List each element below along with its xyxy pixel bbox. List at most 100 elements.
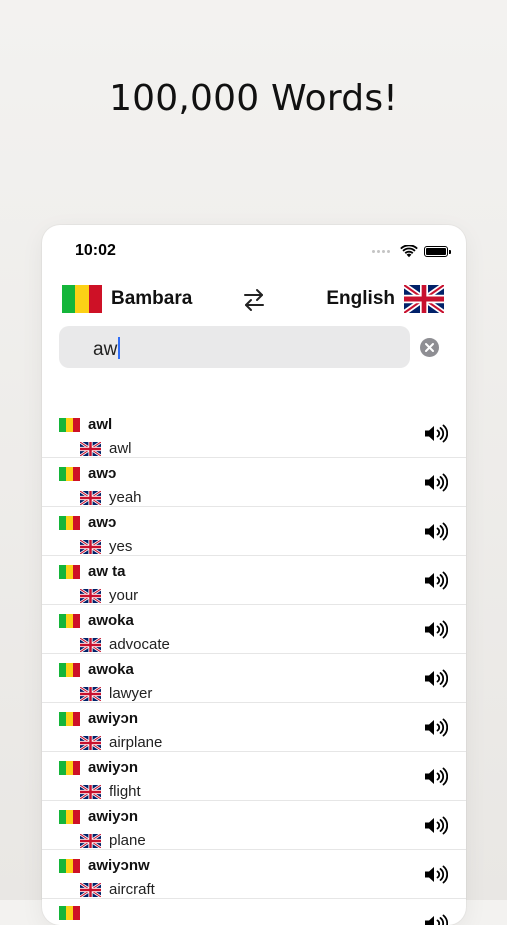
- english-word: yes: [109, 538, 133, 555]
- english-word: awl: [109, 440, 132, 457]
- bambara-entry: aw ta: [59, 563, 126, 580]
- list-item[interactable]: awɔ yes: [42, 507, 466, 556]
- source-language-selector[interactable]: Bambara: [62, 285, 192, 313]
- uk-flag-icon: [80, 784, 101, 799]
- uk-flag-icon: [80, 441, 101, 456]
- list-item[interactable]: awɔ yeah: [42, 458, 466, 507]
- mali-flag-icon: [59, 613, 80, 628]
- list-item[interactable]: awiyɔn flight: [42, 752, 466, 801]
- bambara-entry: awɔ: [59, 465, 116, 482]
- results-list: awl awl awɔ yeah awɔ yes aw ta your awok…: [42, 409, 466, 925]
- status-icons: [372, 245, 451, 258]
- bambara-entry: awoka: [59, 612, 134, 629]
- list-item[interactable]: [42, 899, 466, 925]
- search-input[interactable]: aw: [59, 326, 410, 368]
- list-item[interactable]: awl awl: [42, 409, 466, 458]
- bambara-word: awɔ: [88, 514, 117, 531]
- bambara-entry: awiyɔn: [59, 759, 138, 776]
- clear-circle-icon[interactable]: [420, 338, 439, 357]
- phone-screen: 10:02 Bambara English aw awl awl awɔ yea…: [42, 225, 466, 925]
- english-entry: lawyer: [80, 685, 152, 702]
- bambara-word: awoka: [88, 612, 134, 629]
- bambara-word: awoka: [88, 661, 134, 678]
- bambara-entry: awoka: [59, 661, 134, 678]
- bambara-word: awl: [88, 416, 113, 433]
- target-language-label: English: [326, 288, 395, 309]
- list-item[interactable]: awiyɔn airplane: [42, 703, 466, 752]
- status-bar: 10:02: [42, 225, 466, 277]
- wifi-icon: [400, 245, 418, 258]
- english-entry: yeah: [80, 489, 142, 506]
- english-word: lawyer: [109, 685, 153, 702]
- swap-arrows-icon[interactable]: [241, 287, 267, 313]
- list-item[interactable]: aw ta your: [42, 556, 466, 605]
- uk-flag-icon: [404, 285, 444, 313]
- uk-flag-icon: [80, 637, 101, 652]
- english-entry: your: [80, 587, 138, 604]
- target-language-selector[interactable]: English: [326, 285, 444, 313]
- bambara-word: awiyɔn: [88, 808, 139, 825]
- english-entry: awl: [80, 440, 132, 457]
- mali-flag-icon: [59, 711, 80, 726]
- mali-flag-icon: [62, 285, 102, 313]
- english-word: airplane: [109, 734, 163, 751]
- uk-flag-icon: [80, 539, 101, 554]
- bambara-entry: awiyɔn: [59, 710, 138, 727]
- mali-flag-icon: [59, 760, 80, 775]
- bambara-word: awɔ: [88, 465, 117, 482]
- bambara-entry: [59, 906, 88, 920]
- list-item[interactable]: awiyɔn plane: [42, 801, 466, 850]
- bambara-word: aw ta: [88, 563, 126, 580]
- uk-flag-icon: [80, 833, 101, 848]
- speaker-icon[interactable]: [424, 571, 448, 590]
- mali-flag-icon: [59, 515, 80, 530]
- search-query[interactable]: aw: [93, 337, 121, 361]
- speaker-icon[interactable]: [424, 424, 448, 443]
- english-entry: advocate: [80, 636, 170, 653]
- english-word: your: [109, 587, 139, 604]
- speaker-icon[interactable]: [424, 816, 448, 835]
- uk-flag-icon: [80, 735, 101, 750]
- bambara-entry: awɔ: [59, 514, 116, 531]
- mali-flag-icon: [59, 417, 80, 432]
- uk-flag-icon: [80, 882, 101, 897]
- speaker-icon[interactable]: [424, 718, 448, 737]
- bambara-word: awiyɔn: [88, 710, 139, 727]
- list-item[interactable]: awiyɔnw aircraft: [42, 850, 466, 899]
- mali-flag-icon: [59, 858, 80, 873]
- english-word: plane: [109, 832, 146, 849]
- english-word: yeah: [109, 489, 142, 506]
- speaker-icon[interactable]: [424, 669, 448, 688]
- bambara-entry: awl: [59, 416, 112, 433]
- bambara-entry: awiyɔn: [59, 808, 138, 825]
- speaker-icon[interactable]: [424, 473, 448, 492]
- english-entry: flight: [80, 783, 141, 800]
- mali-flag-icon: [59, 564, 80, 579]
- status-time: 10:02: [75, 242, 116, 259]
- uk-flag-icon: [80, 490, 101, 505]
- english-word: advocate: [109, 636, 170, 653]
- speaker-icon[interactable]: [424, 522, 448, 541]
- signal-dots-icon: [372, 250, 390, 253]
- english-entry: airplane: [80, 734, 162, 751]
- speaker-icon[interactable]: [424, 865, 448, 884]
- source-language-label: Bambara: [111, 288, 193, 309]
- language-bar: Bambara English: [42, 283, 466, 317]
- uk-flag-icon: [80, 588, 101, 603]
- bambara-word: awiyɔn: [88, 759, 139, 776]
- list-item[interactable]: awoka advocate: [42, 605, 466, 654]
- speaker-icon[interactable]: [424, 767, 448, 786]
- headline: 100,000 Words!: [109, 78, 398, 119]
- bambara-word: awiyɔnw: [88, 857, 150, 874]
- english-word: aircraft: [109, 881, 155, 898]
- mali-flag-icon: [59, 809, 80, 824]
- mali-flag-icon: [59, 906, 80, 920]
- english-entry: yes: [80, 538, 132, 555]
- english-word: flight: [109, 783, 141, 800]
- mali-flag-icon: [59, 662, 80, 677]
- speaker-icon[interactable]: [424, 620, 448, 639]
- speaker-icon[interactable]: [424, 914, 448, 925]
- battery-icon: [424, 246, 451, 257]
- uk-flag-icon: [80, 686, 101, 701]
- list-item[interactable]: awoka lawyer: [42, 654, 466, 703]
